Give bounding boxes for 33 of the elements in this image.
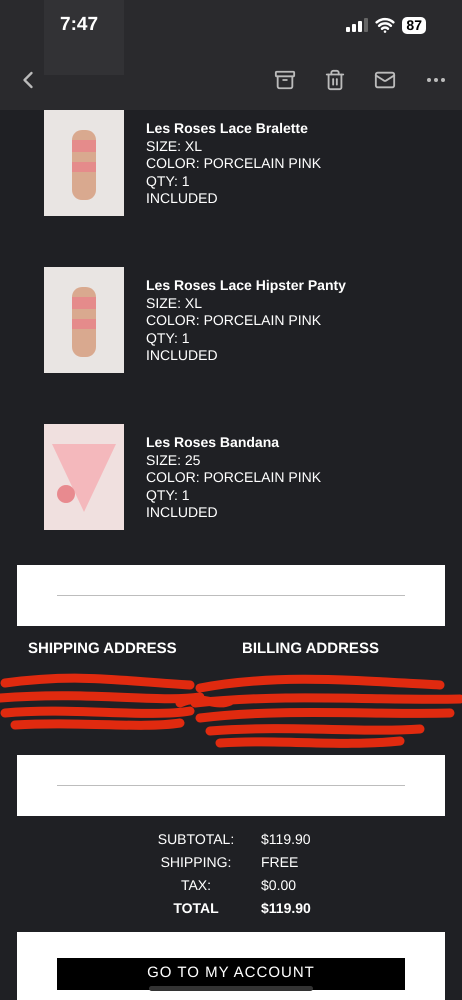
mail-icon[interactable] (374, 69, 396, 91)
product-detail: QTY: 1 (146, 486, 191, 504)
product-detail: COLOR: PORCELAIN PINK (146, 155, 322, 172)
product-name: Les Roses Lace Hipster Panty (146, 277, 346, 294)
product-detail: COLOR: PORCELAIN PINK (146, 312, 322, 330)
account-button[interactable]: GO TO MY ACCOUNT (57, 958, 405, 990)
trash-icon[interactable] (324, 69, 346, 91)
total-label: SHIPPING: (160, 852, 232, 872)
archive-icon[interactable] (274, 69, 296, 91)
battery-level: 87 (402, 16, 426, 34)
total-label: TAX: (180, 876, 212, 894)
total-value: $119.90 (261, 830, 311, 848)
product-detail: INCLUDED (146, 347, 219, 364)
total-label: SUBTOTAL: (156, 830, 236, 848)
product-detail: QTY: 1 (146, 330, 191, 347)
product-detail: QTY: 1 (146, 172, 191, 190)
wifi-icon (375, 15, 396, 35)
product-detail: SIZE: XL (146, 294, 204, 312)
product-detail: COLOR: PORCELAIN PINK (146, 469, 322, 486)
total-label: TOTAL (172, 898, 220, 918)
status-time: 7:47 (60, 12, 98, 37)
total-value: $0.00 (261, 876, 296, 894)
product-detail: INCLUDED (146, 504, 219, 522)
product-name: Les Roses Bandana (146, 434, 280, 452)
total-value: $119.90 (261, 898, 311, 918)
shipping-heading: SHIPPING ADDRESS (28, 639, 178, 659)
product-detail: SIZE: 25 (146, 452, 202, 469)
product-detail: SIZE: XL (146, 138, 204, 155)
billing-heading: BILLING ADDRESS (242, 639, 379, 659)
signal-icon (346, 18, 368, 32)
product-name: Les Roses Lace Bralette (146, 120, 309, 138)
total-value: FREE (261, 852, 298, 872)
product-detail: INCLUDED (146, 190, 219, 208)
